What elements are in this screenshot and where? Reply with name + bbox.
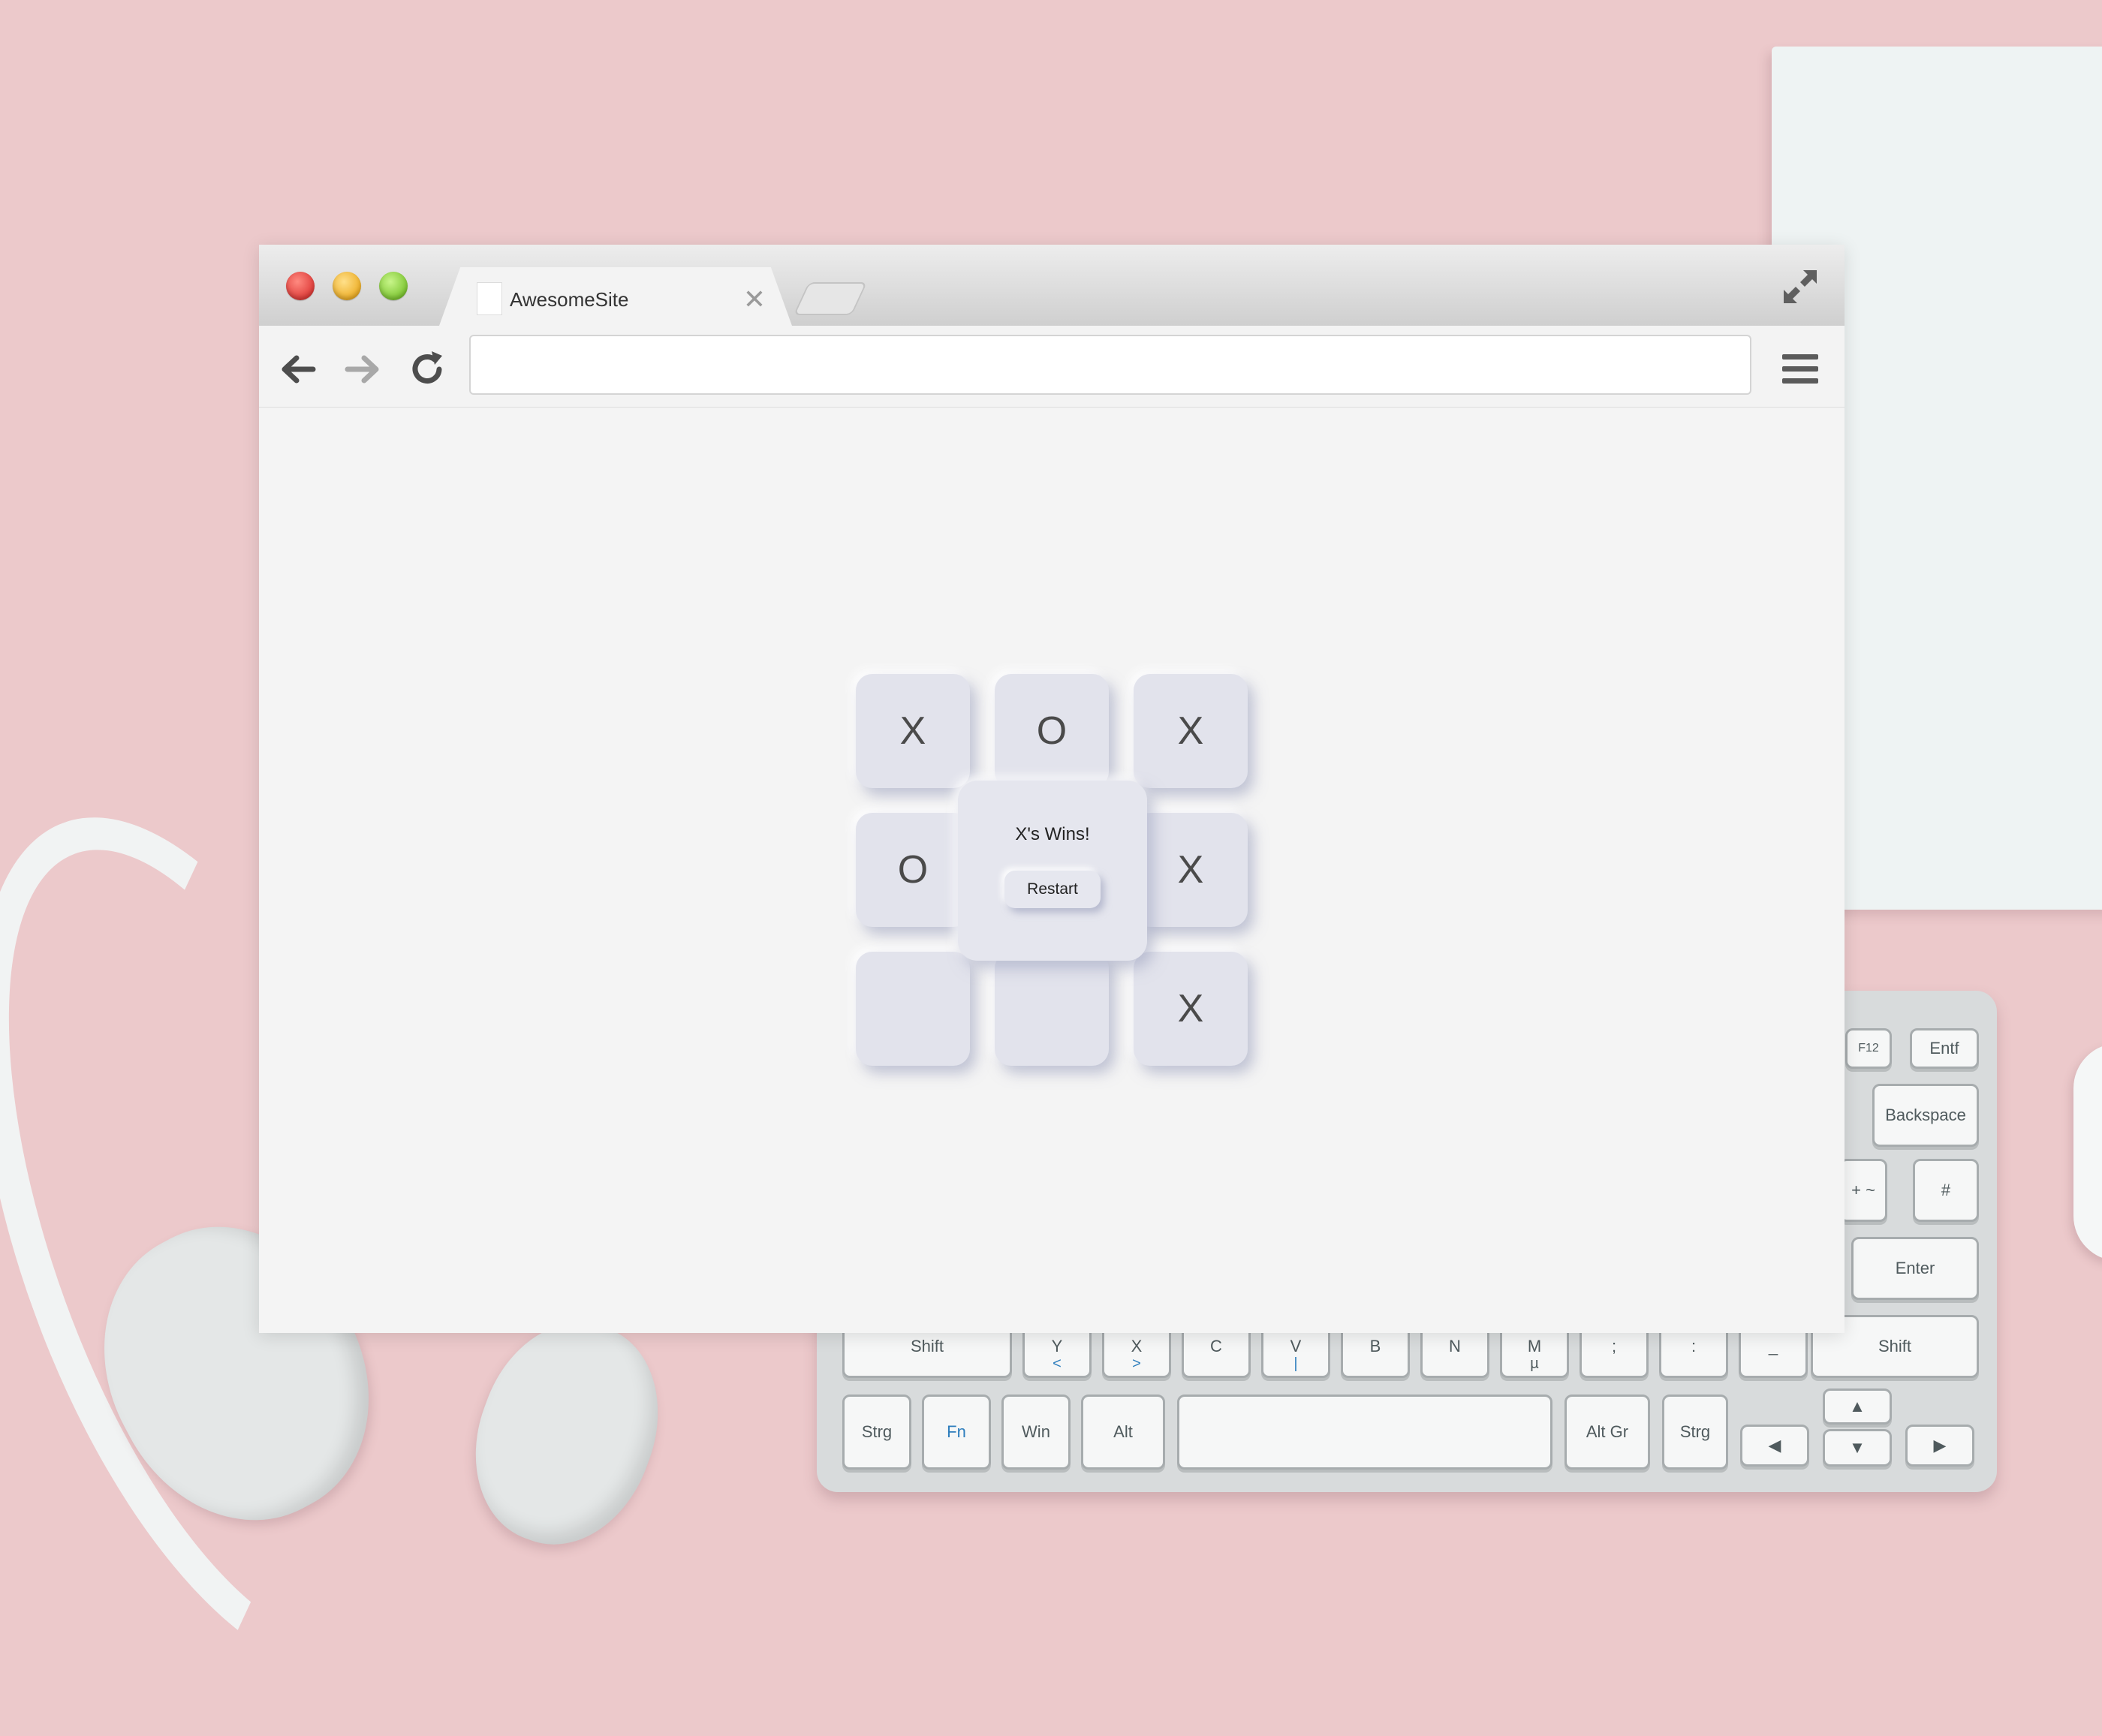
page-favicon-icon bbox=[477, 282, 502, 315]
key-hash: # bbox=[1913, 1159, 1979, 1222]
key-arrow-down: ▼ bbox=[1823, 1429, 1892, 1467]
board-cell-r1c2[interactable]: O bbox=[995, 674, 1109, 788]
key-enter: Enter bbox=[1851, 1237, 1979, 1300]
forward-arrow-icon[interactable] bbox=[340, 347, 385, 392]
maximize-window-button[interactable] bbox=[379, 272, 408, 300]
restart-button[interactable]: Restart bbox=[1004, 871, 1101, 908]
key-alt-gr: Alt Gr bbox=[1564, 1395, 1650, 1470]
winner-message: X's Wins! bbox=[1015, 824, 1090, 844]
back-arrow-icon[interactable] bbox=[276, 347, 321, 392]
address-bar-input[interactable] bbox=[469, 335, 1751, 395]
board-cell-r2c1[interactable]: O bbox=[856, 813, 970, 927]
key-arrow-right: ▶ bbox=[1905, 1425, 1974, 1467]
board-cell-r1c1[interactable]: X bbox=[856, 674, 970, 788]
close-window-button[interactable] bbox=[286, 272, 315, 300]
minimize-window-button[interactable] bbox=[333, 272, 361, 300]
key-backspace: Backspace bbox=[1872, 1084, 1979, 1147]
key-strg-right: Strg bbox=[1662, 1395, 1728, 1470]
key-arrow-left: ◀ bbox=[1740, 1425, 1809, 1467]
key-strg-left: Strg bbox=[842, 1395, 911, 1470]
tab-close-icon[interactable]: ✕ bbox=[739, 282, 769, 317]
background-mouse bbox=[2073, 1043, 2102, 1261]
board-cell-r3c1[interactable] bbox=[856, 952, 970, 1066]
reload-icon[interactable] bbox=[405, 347, 450, 392]
headphones-right-earcup bbox=[447, 1298, 687, 1569]
key-f12: F12 bbox=[1845, 1028, 1892, 1069]
key-entf: Entf bbox=[1910, 1028, 1979, 1069]
board-cell-r3c2[interactable] bbox=[995, 952, 1109, 1066]
board-cell-r2c3[interactable]: X bbox=[1134, 813, 1248, 927]
key-arrow-up: ▲ bbox=[1823, 1388, 1892, 1425]
board-cell-r1c3[interactable]: X bbox=[1134, 674, 1248, 788]
key-alt: Alt bbox=[1081, 1395, 1165, 1470]
key-fn: Fn bbox=[922, 1395, 991, 1470]
fullscreen-expand-icon[interactable] bbox=[1779, 266, 1821, 308]
tab-title: AwesomeSite bbox=[510, 288, 629, 311]
key-win: Win bbox=[1001, 1395, 1071, 1470]
game-over-popup: X's Wins! Restart bbox=[958, 781, 1147, 961]
hamburger-menu-icon[interactable] bbox=[1779, 348, 1821, 390]
key-space bbox=[1177, 1395, 1552, 1470]
key-plus-tilde: + ~ bbox=[1839, 1159, 1887, 1222]
board-cell-r3c3[interactable]: X bbox=[1134, 952, 1248, 1066]
